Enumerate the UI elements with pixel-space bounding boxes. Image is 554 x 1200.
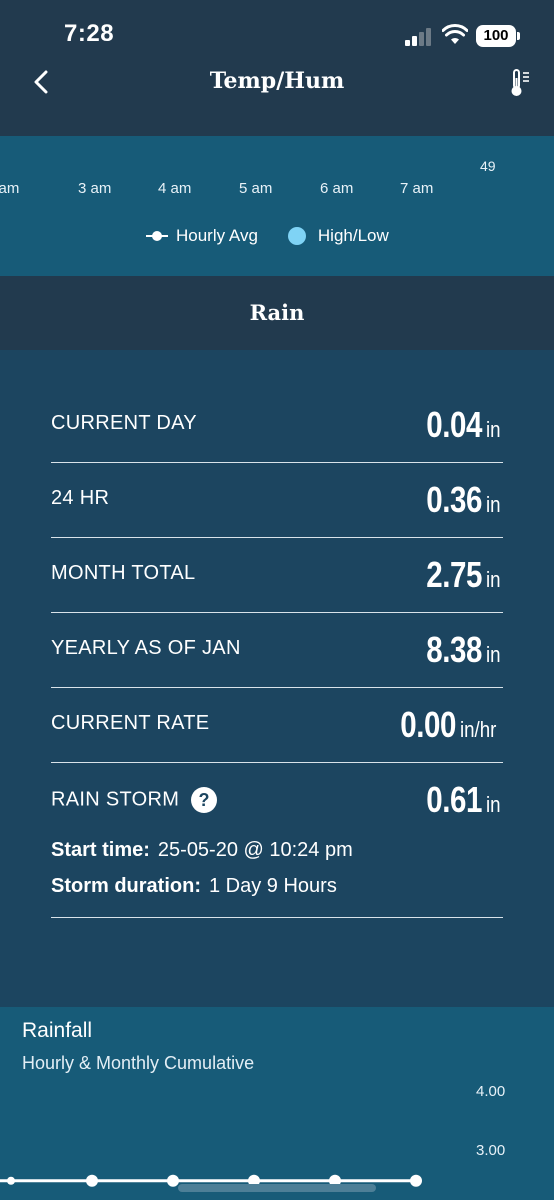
wifi-icon [442,24,468,44]
rain-value-unit: in [485,642,501,667]
rain-value-number: 0.61 [426,779,482,820]
storm-start-value: 25-05-20 @ 10:24 pm [157,839,353,861]
rain-row-label: 24 HR [51,487,110,509]
rainfall-plot [0,1174,422,1187]
temp-chart[interactable]: 2 am 3 am 4 am 5 am 6 am 7 am 49 Hourly … [0,136,554,276]
storm-start-label: Start time: [51,839,150,861]
legend-hourly-avg[interactable]: Hourly Avg [146,226,258,246]
rain-value-number: 0.00 [400,704,457,745]
legend-hourly-avg-label: Hourly Avg [176,226,258,245]
rain-value-number: 8.38 [426,629,482,670]
legend-high-low-label: High/Low [317,226,389,245]
rainfall-point[interactable] [86,1174,98,1187]
rain-row-value: 0.04 in [414,404,503,446]
rain-value-unit: in [485,492,501,517]
axis-value-label: 49 [480,158,496,174]
rain-value-unit: in [485,417,501,442]
cellular-signal-icon [405,28,433,46]
hour-tick-label: 7 am [400,180,434,197]
rain-section-header: Rain [0,276,554,350]
legend-high-low[interactable]: High/Low [287,226,389,246]
rain-row-value: 0.36 in [414,479,503,521]
rain-row-value: 8.38 in [414,629,503,671]
rain-row-label: YEARLY AS OF JAN [51,637,241,659]
hour-tick-label: 3 am [78,180,112,197]
rain-value-unit: in [485,792,501,817]
rainfall-point[interactable] [167,1174,179,1187]
rainfall-chart[interactable]: Rainfall Hourly & Monthly Cumulative 4.0… [0,1007,554,1200]
storm-duration-label: Storm duration: [51,875,201,897]
rainfall-point[interactable] [410,1174,422,1187]
rain-row-storm: RAIN STORM? 0.61 in Start time: 25-05-20 … [51,763,503,918]
section-title: Rain [249,300,305,325]
storm-duration-value: 1 Day 9 Hours [209,875,337,897]
rain-row-label: CURRENT DAY [51,412,197,434]
rain-row-value: 0.61 in [414,779,503,821]
storm-duration: Storm duration: 1 Day 9 Hours [51,875,337,898]
status-bar: 7:28 100 [0,0,554,56]
thermometer-icon[interactable] [510,68,532,98]
rain-row-label: RAIN STORM? [51,787,218,813]
rain-row-label: MONTH TOTAL [51,562,196,584]
rain-row-current-rate: CURRENT RATE 0.00 in/hr [51,688,503,763]
storm-label: RAIN STORM [51,788,180,811]
rain-row-value: 0.00 in/hr [388,704,503,746]
hour-tick-label: 4 am [158,180,192,197]
rain-value-number: 0.36 [426,479,482,520]
status-time: 7:28 [64,20,115,47]
rain-row-month-total: MONTH TOTAL 2.75 in [51,538,503,613]
rain-row-label: CURRENT RATE [51,712,210,734]
rain-row-yearly: YEARLY AS OF JAN 8.38 in [51,613,503,688]
rain-row-value: 2.75 in [414,554,503,596]
hour-tick-label: 6 am [320,180,354,197]
page-title: Temp/Hum [209,68,345,94]
rainfall-point[interactable] [7,1176,15,1185]
dot-marker-icon [287,227,306,245]
battery-nub [517,32,520,40]
rain-value-number: 0.04 [426,404,482,445]
line-marker-icon [146,230,168,242]
rain-value-unit: in [485,567,501,592]
storm-start-time: Start time: 25-05-20 @ 10:24 pm [51,839,353,862]
help-icon[interactable]: ? [191,787,218,813]
chart-legend: Hourly Avg High/Low [146,226,419,246]
home-indicator[interactable] [178,1184,376,1192]
hour-tick-label: 5 am [239,180,273,197]
hour-tick-label: 2 am [0,180,20,197]
nav-bar: Temp/Hum [0,56,554,136]
rain-row-24hr: 24 HR 0.36 in [51,463,503,538]
battery-icon: 100 [476,25,516,47]
rain-row-current-day: CURRENT DAY 0.04 in [51,388,503,463]
rain-value-number: 2.75 [426,554,482,595]
rain-list: CURRENT DAY 0.04 in 24 HR 0.36 in MONTH … [51,388,503,918]
rain-value-unit: in/hr [460,717,497,742]
